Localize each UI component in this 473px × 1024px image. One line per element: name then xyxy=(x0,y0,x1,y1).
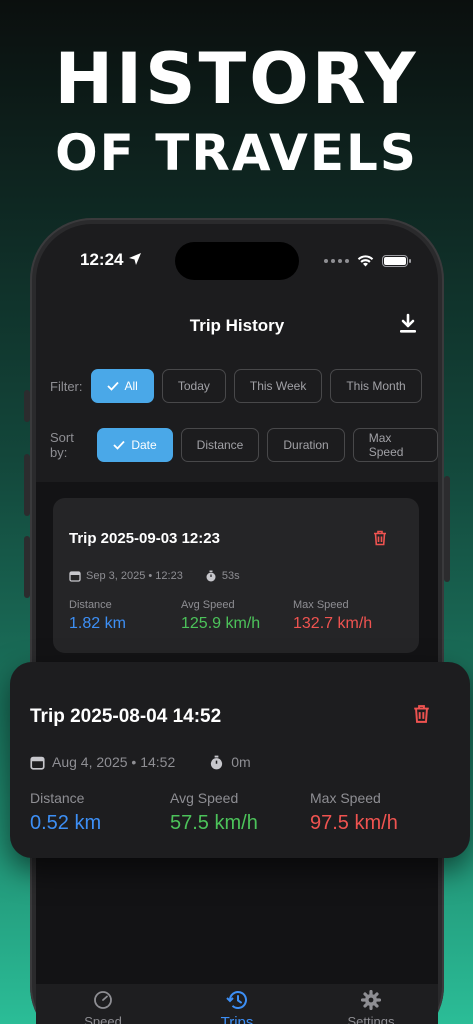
page-title: Trip History xyxy=(189,316,285,335)
stopwatch-icon xyxy=(211,755,223,769)
tab-label: Settings xyxy=(347,1014,395,1024)
trip-card-highlighted[interactable]: Trip 2025-08-04 14:52 Aug 4, 2025 • 14:5… xyxy=(10,662,470,858)
phone-mute-switch xyxy=(24,390,30,422)
distance-value: 0.52 km xyxy=(30,812,102,834)
trip-stats: Distance 0.52 km Avg Speed 57.5 km/h Max… xyxy=(30,790,450,835)
sort-chip-date[interactable]: Date xyxy=(97,428,173,462)
avg-speed-label: Avg Speed xyxy=(181,599,235,611)
history-icon xyxy=(226,991,247,1009)
checkmark-icon xyxy=(106,381,119,391)
trip-meta: Aug 4, 2025 • 14:52 0m xyxy=(30,754,251,770)
trip-title: Trip 2025-08-04 14:52 xyxy=(30,706,222,727)
checkmark-icon xyxy=(113,440,125,450)
trip-stats: Distance 1.82 km Avg Speed 125.9 km/h Ma… xyxy=(69,599,405,633)
signal-dots-icon xyxy=(324,258,349,263)
headline-primary: HISTORY xyxy=(54,38,419,120)
phone-volume-down xyxy=(24,536,30,598)
tab-speed[interactable]: Speed xyxy=(43,990,163,1024)
trip-duration: 53s xyxy=(221,570,240,582)
wifi-icon xyxy=(357,255,374,267)
avg-speed-value: 57.5 km/h xyxy=(170,812,258,834)
filter-chip-label: This Month xyxy=(346,379,406,393)
tab-trips[interactable]: Trips xyxy=(177,990,297,1024)
filter-row: Filter: All Today This Week This Month xyxy=(50,369,422,403)
filter-chip-all[interactable]: All xyxy=(90,369,154,403)
trip-date: Sep 3, 2025 • 12:23 xyxy=(86,570,183,582)
filter-chip-this-week[interactable]: This Week xyxy=(233,369,323,403)
sort-row: Sort by: Date Distance Duration Max Spee… xyxy=(50,428,438,462)
phone-power-button xyxy=(444,476,450,582)
trip-card[interactable]: Trip 2025-09-03 12:23 Sep 3, 2025 • 12:2… xyxy=(53,498,419,653)
download-icon[interactable] xyxy=(396,312,420,336)
max-speed-value: 97.5 km/h xyxy=(310,812,398,834)
speedometer-icon xyxy=(94,991,112,1009)
sort-chip-label: Max Speed xyxy=(368,431,404,459)
tab-settings[interactable]: Settings xyxy=(311,990,431,1024)
phone-volume-up xyxy=(24,454,30,516)
filter-chip-label: Today xyxy=(177,379,210,393)
phone-frame: 12:24 Trip History Filter: All Today Thi… xyxy=(24,218,450,1024)
trip-title: Trip 2025-09-03 12:23 xyxy=(69,530,220,547)
trash-icon[interactable] xyxy=(413,704,430,724)
filter-chip-today[interactable]: Today xyxy=(161,369,226,403)
filter-chip-label: All xyxy=(124,379,138,393)
tab-label: Speed xyxy=(84,1014,122,1024)
sort-chip-max-speed[interactable]: Max Speed xyxy=(352,428,438,462)
distance-label: Distance xyxy=(69,599,112,611)
sort-chip-distance[interactable]: Distance xyxy=(180,428,260,462)
headline-secondary: OF TRAVELS xyxy=(55,124,418,182)
status-indicators xyxy=(324,254,411,267)
max-speed-value: 132.7 km/h xyxy=(293,615,373,632)
filter-chip-label: This Week xyxy=(249,379,307,393)
trash-icon[interactable] xyxy=(373,530,387,546)
avg-speed-value: 125.9 km/h xyxy=(181,615,261,632)
max-speed-label: Max Speed xyxy=(310,790,381,806)
sort-chip-label: Distance xyxy=(196,438,244,452)
sort-label: Sort by: xyxy=(50,430,74,460)
trip-date: Aug 4, 2025 • 14:52 xyxy=(52,754,176,770)
trip-duration: 0m xyxy=(231,754,251,770)
filter-chip-this-month[interactable]: This Month xyxy=(330,369,422,403)
gear-icon xyxy=(361,990,381,1010)
filter-label: Filter: xyxy=(50,378,83,394)
stopwatch-icon xyxy=(206,570,216,582)
trip-meta: Sep 3, 2025 • 12:23 53s xyxy=(69,570,240,582)
app-screen: 12:24 Trip History Filter: All Today Thi… xyxy=(36,224,438,1024)
sort-chip-label: Date xyxy=(131,438,157,452)
sort-chip-label: Duration xyxy=(283,438,329,452)
calendar-icon xyxy=(30,756,45,770)
max-speed-label: Max Speed xyxy=(293,599,349,611)
tab-label: Trips xyxy=(220,1014,254,1024)
dynamic-island xyxy=(175,242,299,280)
distance-label: Distance xyxy=(30,790,85,806)
status-time: 12:24 xyxy=(80,250,124,269)
avg-speed-label: Avg Speed xyxy=(170,790,239,806)
calendar-icon xyxy=(69,571,81,582)
sort-chip-duration[interactable]: Duration xyxy=(267,428,345,462)
location-arrow-icon xyxy=(129,253,141,265)
tab-bar: Speed Trips Settings xyxy=(36,984,438,1024)
battery-icon xyxy=(382,254,411,267)
distance-value: 1.82 km xyxy=(69,615,126,632)
